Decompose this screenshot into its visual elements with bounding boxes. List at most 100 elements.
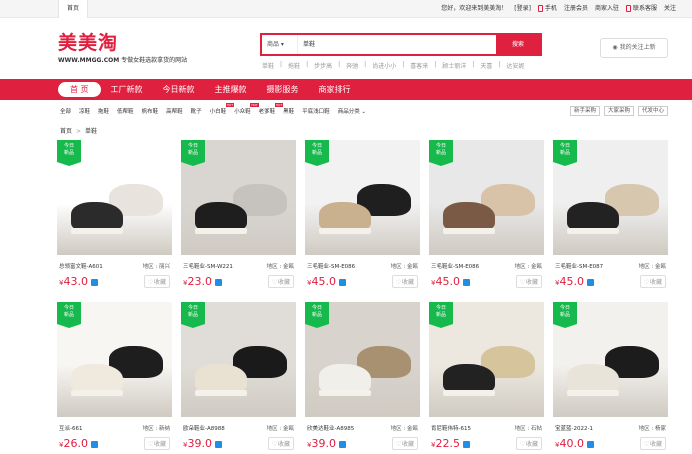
login-link[interactable]: [登录] <box>514 0 531 18</box>
product-name[interactable]: 总领富文鞋-A601 <box>59 262 103 270</box>
product-name[interactable]: 三毛鞋业-SM-E086 <box>431 262 479 270</box>
hotword-link[interactable]: 奔驰 <box>346 61 358 70</box>
follow-link[interactable]: 关注 <box>664 0 676 18</box>
hotword-link[interactable]: 天喜 <box>480 61 492 70</box>
favorite-button[interactable]: ♡收藏 <box>639 275 666 288</box>
search-input[interactable]: 单鞋 <box>298 35 496 54</box>
nav-item[interactable]: 首 页 <box>58 82 101 97</box>
new-today-badge: 今日 新品 <box>553 302 577 328</box>
product-card[interactable]: 今日 新品 互派-661 地区 : 新纳 ¥26.0 ♡收藏 <box>57 302 172 450</box>
hotword-link[interactable]: 尚进小小 <box>372 61 396 70</box>
breadcrumb-home[interactable]: 首页 <box>60 128 72 135</box>
product-name[interactable]: 互派-661 <box>59 424 82 432</box>
product-image[interactable]: 今日 新品 <box>305 140 420 255</box>
product-price-row: ¥45.0 ♡收藏 <box>553 275 668 288</box>
nav-item[interactable]: 工厂新款 <box>101 82 153 97</box>
category-link[interactable]: 高帮鞋 <box>162 107 187 115</box>
hotword-link[interactable]: 喜客来 <box>410 61 428 70</box>
product-card[interactable]: 今日 新品 三毛鞋业-SM-W221 地区 : 金瓯 ¥23.0 ♡收藏 <box>181 140 296 288</box>
price-value: 45.0 <box>435 275 460 288</box>
hotword-link[interactable]: 步步高 <box>314 61 332 70</box>
product-name[interactable]: 欣美达鞋业-A8985 <box>307 424 354 432</box>
hotword-separator: | <box>338 61 341 68</box>
product-name[interactable]: 三毛鞋业-SM-E087 <box>555 262 603 270</box>
favorite-button[interactable]: ♡收藏 <box>391 275 418 288</box>
product-image[interactable]: 今日 新品 <box>429 140 544 255</box>
favorite-button[interactable]: ♡收藏 <box>639 437 666 450</box>
product-image[interactable]: 今日 新品 <box>181 302 296 417</box>
search-category-select[interactable]: 商品 ▾ <box>262 35 298 54</box>
price-value: 39.0 <box>311 437 336 450</box>
product-card[interactable]: 今日 新品 三毛鞋业-SM-E087 地区 : 金瓯 ¥45.0 ♡收藏 <box>553 140 668 288</box>
category-link[interactable]: 拖鞋 <box>94 107 113 115</box>
product-name[interactable]: 三毛鞋业-SM-E086 <box>307 262 355 270</box>
category-link[interactable]: 靴子 <box>187 107 206 115</box>
product-card[interactable]: 今日 新品 三毛鞋业-SM-E086 地区 : 金瓯 ¥45.0 ♡收藏 <box>305 140 420 288</box>
favorite-button[interactable]: ♡收藏 <box>391 437 418 450</box>
category-right-button[interactable]: 代发中心 <box>637 106 668 116</box>
nav-item[interactable]: 主推爆款 <box>205 82 257 97</box>
register-link[interactable]: 注册会员 <box>564 0 588 18</box>
category-right-button[interactable]: 新手采购 <box>569 106 600 116</box>
favorite-button[interactable]: ♡收藏 <box>143 437 170 450</box>
badge-line: 今日 <box>63 143 74 149</box>
product-card[interactable]: 今日 新品 欣美达鞋业-A8985 地区 : 金瓯 ¥39.0 ♡收藏 <box>305 302 420 450</box>
product-name[interactable]: 欧朵鞋业-A8988 <box>183 424 225 432</box>
merchant-link[interactable]: 商家入驻 <box>595 0 619 18</box>
category-link[interactable]: 小白鞋 HOT <box>206 103 235 115</box>
new-today-badge: 今日 新品 <box>553 140 577 166</box>
product-image[interactable]: 今日 新品 <box>553 140 668 255</box>
category-link[interactable]: 黑鞋 <box>279 107 298 115</box>
product-card[interactable]: 今日 新品 宝蓝蓝-2022-1 地区 : 杨家 ¥40.0 ♡收藏 <box>553 302 668 450</box>
category-link[interactable]: 平底浅口鞋 <box>298 107 334 115</box>
product-name[interactable]: 肯尼鞋伟特-615 <box>431 424 471 432</box>
my-follow-button[interactable]: ◉ 我的关注上新 <box>600 38 668 58</box>
product-image[interactable]: 今日 新品 <box>305 302 420 417</box>
service-link[interactable]: 联系客服 <box>625 0 657 18</box>
nav-item[interactable]: 今日新款 <box>153 82 205 97</box>
favorite-button[interactable]: ♡收藏 <box>143 275 170 288</box>
product-image[interactable]: 今日 新品 <box>553 302 668 417</box>
product-card[interactable]: 今日 新品 三毛鞋业-SM-E086 地区 : 金瓯 ¥45.0 ♡收藏 <box>429 140 544 288</box>
category-link[interactable]: 凉鞋 <box>75 107 94 115</box>
top-bar: 首页 您好，欢迎来到美美淘！ [登录] 手机 注册会员 商家入驻 联系客服 关注 <box>0 0 692 18</box>
shoe-sole <box>195 228 247 234</box>
product-image[interactable]: 今日 新品 <box>57 302 172 417</box>
category-link[interactable]: 商品分类 ⌄ <box>334 107 370 115</box>
category-link[interactable]: 低帮鞋 <box>113 107 138 115</box>
badge-line: 新品 <box>559 150 570 156</box>
search-button[interactable]: 搜索 <box>496 35 540 54</box>
category-right-button[interactable]: 大家采购 <box>603 106 634 116</box>
nav-item[interactable]: 摄影服务 <box>257 82 309 97</box>
product-card[interactable]: 今日 新品 欧朵鞋业-A8988 地区 : 金瓯 ¥39.0 ♡收藏 <box>181 302 296 450</box>
product-image[interactable]: 今日 新品 <box>429 302 544 417</box>
hotword-link[interactable]: 达安妮 <box>506 61 524 70</box>
heart-icon: ♡ <box>147 279 153 286</box>
category-link[interactable]: 小众鞋 HOT <box>230 103 259 115</box>
category-link[interactable]: 全部 <box>56 107 75 115</box>
product-name[interactable]: 三毛鞋业-SM-W221 <box>183 262 233 270</box>
product-card[interactable]: 今日 新品 肯尼鞋伟特-615 地区 : 石帖 ¥22.5 ♡收藏 <box>429 302 544 450</box>
nav-item[interactable]: 商家排行 <box>309 82 361 97</box>
hotword-separator: | <box>498 61 501 68</box>
hotword-link[interactable]: 顾士丽洋 <box>442 61 466 70</box>
hotword-link[interactable]: 拖鞋 <box>288 61 300 70</box>
product-name[interactable]: 宝蓝蓝-2022-1 <box>555 424 593 432</box>
favorite-button[interactable]: ♡收藏 <box>515 437 542 450</box>
site-logo[interactable]: 美美淘 WWW.MMGG.COM 专做女鞋选款拿货的网站 <box>58 33 187 64</box>
product-card[interactable]: 今日 新品 总领富文鞋-A601 地区 : 丽兴 ¥43.0 ♡收藏 <box>57 140 172 288</box>
new-today-badge: 今日 新品 <box>181 302 205 328</box>
favorite-button[interactable]: ♡收藏 <box>515 275 542 288</box>
favorite-button[interactable]: ♡收藏 <box>267 437 294 450</box>
product-image[interactable]: 今日 新品 <box>181 140 296 255</box>
favorite-button[interactable]: ♡收藏 <box>267 275 294 288</box>
product-location: 地区 : 丽兴 <box>142 264 170 270</box>
top-home-link[interactable]: 首页 <box>58 0 89 18</box>
category-link[interactable]: 帆布鞋 <box>138 107 163 115</box>
product-price-row: ¥40.0 ♡收藏 <box>553 437 668 450</box>
heart-icon: ♡ <box>395 279 401 286</box>
hotword-link[interactable]: 单鞋 <box>262 61 274 70</box>
product-image[interactable]: 今日 新品 <box>57 140 172 255</box>
category-link[interactable]: 老爹鞋 HOT <box>255 103 284 115</box>
mobile-link[interactable]: 手机 <box>537 0 557 18</box>
